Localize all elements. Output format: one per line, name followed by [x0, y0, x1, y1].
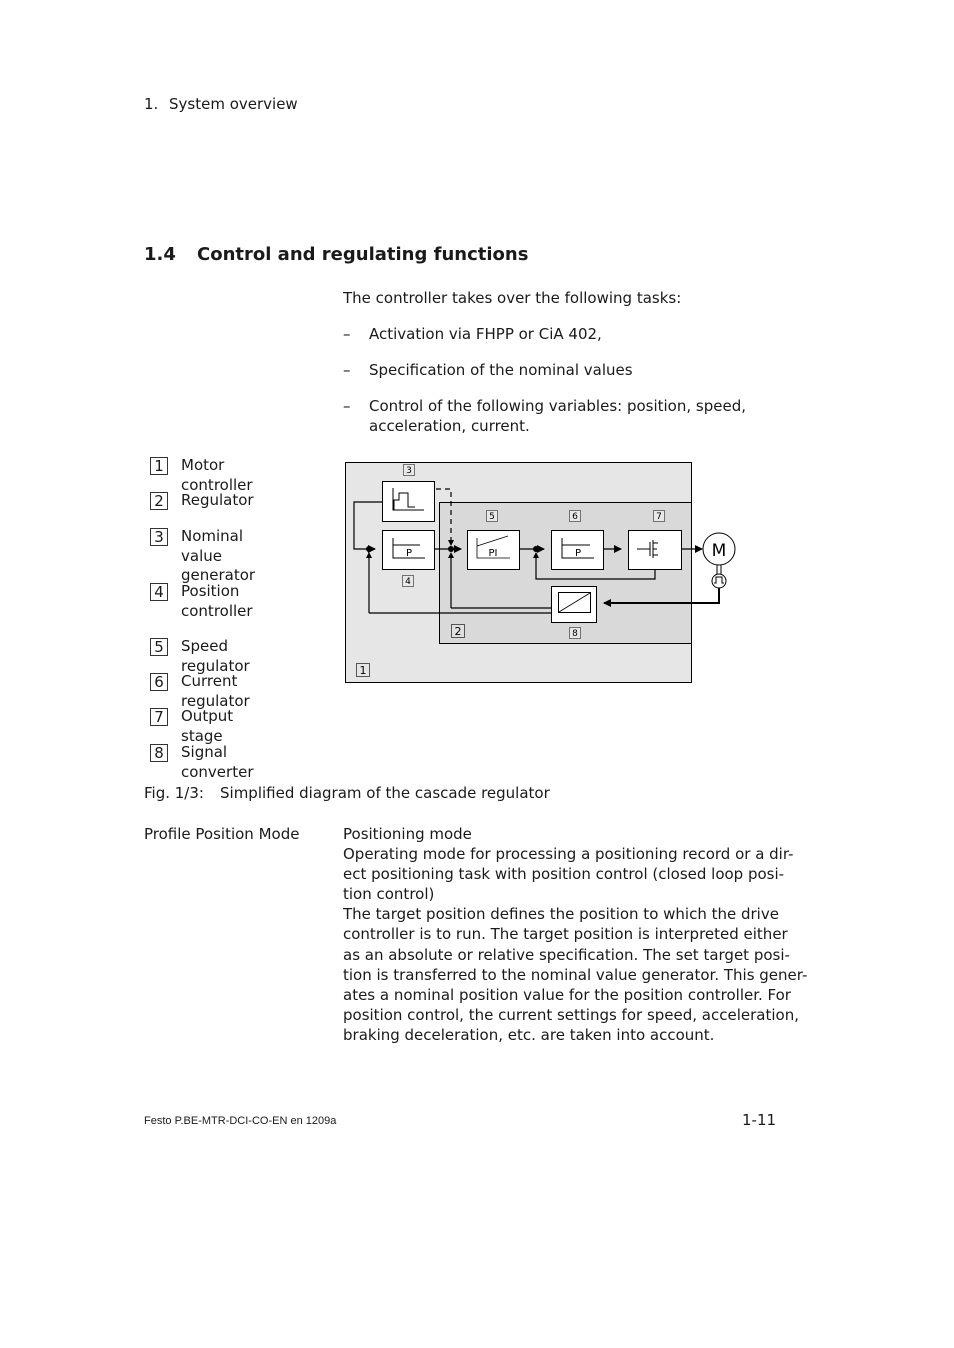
svg-text:5: 5	[489, 512, 495, 522]
definition-line: Positioning mode	[343, 825, 472, 843]
bullet-dash: –	[343, 325, 351, 343]
legend-label: Output stage	[181, 707, 234, 745]
output-stage-block	[628, 530, 682, 570]
cascade-regulator-diagram: P PI P M 3 4 5 6 7 8 2 1	[345, 462, 736, 683]
marker-8: 8	[569, 627, 581, 639]
legend-number: 7	[150, 708, 168, 726]
section-title: Control and regulating functions	[197, 244, 529, 265]
definition-line: ect positioning task with position contr…	[343, 865, 785, 884]
definition-line: as an absolute or relative specification…	[343, 945, 790, 964]
chapter-title: System overview	[169, 95, 298, 113]
marker-7: 7	[653, 510, 665, 522]
chapter-number: 1.	[144, 95, 159, 113]
section-number: 1.4	[144, 244, 176, 265]
current-regulator-label: P	[575, 548, 581, 559]
speed-regulator-label: PI	[489, 548, 498, 559]
definition-line: controller is to run. The target positio…	[343, 925, 788, 944]
speed-regulator-block: PI	[467, 530, 520, 570]
marker-6: 6	[569, 510, 581, 522]
definition-body: Positioning mode Operating mode for proc…	[343, 824, 808, 1045]
definition-term: Profile Position Mode	[144, 825, 300, 843]
bullet-dash: –	[343, 397, 351, 415]
section-heading: 1.4 Control and regulating functions	[144, 244, 528, 265]
motor-symbol: M	[702, 532, 736, 574]
definition-line: tion is transferred to the nominal value…	[343, 965, 808, 984]
running-header: 1. System overview	[144, 94, 298, 114]
svg-text:1: 1	[360, 664, 367, 677]
encoder-symbol	[711, 573, 727, 589]
marker-2: 2	[451, 624, 465, 638]
definition-line: tion control)	[343, 885, 435, 904]
legend-label: Signal converter	[181, 743, 254, 781]
svg-text:8: 8	[572, 629, 578, 639]
summing-junction	[366, 546, 372, 552]
definition-line: braking deceleration, etc. are taken int…	[343, 1025, 715, 1044]
marker-1: 1	[356, 663, 370, 677]
legend-number: 2	[150, 492, 168, 510]
summing-junction	[533, 546, 539, 552]
svg-text:7: 7	[656, 512, 662, 522]
legend-label: Position controller	[181, 582, 253, 620]
definition-line: The target position defines the position…	[343, 905, 779, 924]
definition-line: ates a nominal position value for the po…	[343, 985, 791, 1004]
legend-label: Regulator	[181, 491, 254, 509]
position-controller-label: P	[406, 548, 412, 559]
figure-caption: Fig. 1/3: Simplified diagram of the casca…	[144, 783, 550, 803]
marker-5: 5	[486, 510, 498, 522]
legend-number: 3	[150, 528, 168, 546]
legend-number: 6	[150, 673, 168, 691]
legend-number: 5	[150, 638, 168, 656]
motor-label: M	[712, 541, 727, 561]
legend-label: Speed regulator	[181, 637, 250, 675]
footer-doc-id: Festo P.BE-MTR-DCI-CO-EN en 1209a	[144, 1115, 337, 1127]
legend-number: 4	[150, 583, 168, 601]
figure-number: Fig. 1/3:	[144, 784, 204, 802]
svg-text:4: 4	[405, 577, 411, 587]
bullet-text: Specification of the nominal values	[369, 361, 633, 379]
page-number: 1-11	[742, 1111, 777, 1129]
nominal-value-generator-block	[382, 481, 435, 522]
position-controller-block: P	[382, 530, 435, 570]
bullet-dash: –	[343, 361, 351, 379]
svg-text:2: 2	[455, 625, 462, 638]
svg-text:6: 6	[572, 512, 578, 522]
bullet-text: Control of the following variables: posi…	[369, 397, 746, 415]
marker-4: 4	[402, 575, 414, 587]
definition-line: position control, the current settings f…	[343, 1005, 799, 1024]
bullet-text: acceleration, current.	[369, 417, 530, 435]
legend-label: Nominal value generator	[181, 527, 256, 584]
summing-junction	[448, 546, 454, 552]
bullet-text: Activation via FHPP or CiA 402,	[369, 325, 602, 343]
figure-caption-text: Simplified diagram of the cascade regula…	[220, 784, 550, 802]
legend-number: 1	[150, 457, 168, 475]
current-regulator-block: P	[551, 530, 604, 570]
marker-3: 3	[403, 464, 415, 476]
signal-converter-block	[551, 586, 597, 623]
legend-label: Motor controller	[181, 456, 253, 494]
legend-label: Current regulator	[181, 672, 250, 710]
intro-lead: The controller takes over the following …	[343, 289, 682, 307]
definition-line: Operating mode for processing a position…	[343, 845, 794, 864]
svg-text:3: 3	[406, 466, 412, 476]
legend-number: 8	[150, 744, 168, 762]
